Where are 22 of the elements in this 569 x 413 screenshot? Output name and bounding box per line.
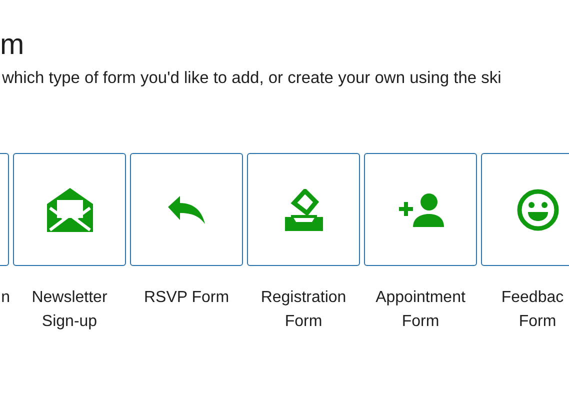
template-label: Sign-up — [42, 312, 98, 332]
form-template-card[interactable] — [364, 153, 477, 266]
page-title: m — [0, 28, 26, 62]
form-template-card[interactable] — [247, 153, 360, 266]
reply-arrow-icon — [168, 196, 206, 224]
form-template-card[interactable] — [481, 153, 569, 266]
form-template-card[interactable] — [130, 153, 243, 266]
ballot-box-icon — [284, 188, 322, 230]
template-label: Feedbac — [501, 288, 565, 308]
form-template-card[interactable] — [13, 153, 126, 266]
description-text: which type of form you'd like to add, or create your own using the ski — [2, 68, 502, 89]
template-label: n — [1, 288, 10, 308]
smiley-icon — [516, 188, 558, 230]
template-label: Newsletter — [32, 288, 108, 308]
template-label: Form — [402, 312, 440, 332]
template-label: RSVP Form — [144, 288, 230, 308]
template-label: Appointment — [376, 288, 466, 308]
template-label: Form — [518, 312, 556, 332]
template-label: Form — [284, 312, 322, 332]
template-label: Registration — [260, 288, 346, 308]
envelope-icon — [46, 188, 92, 232]
add-person-icon — [398, 192, 444, 226]
